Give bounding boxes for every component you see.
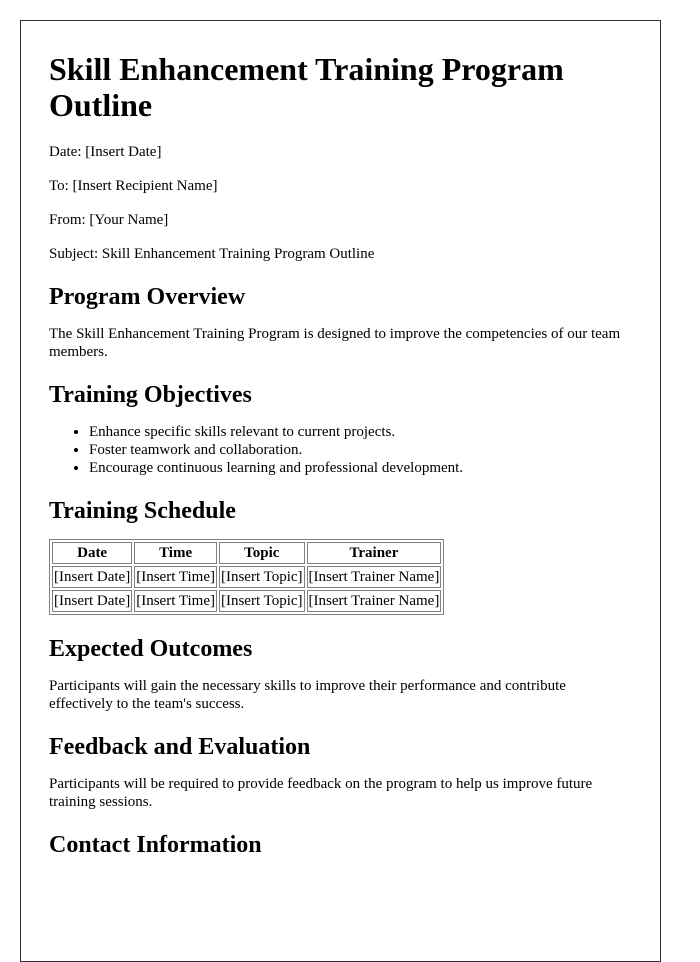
column-header-trainer: Trainer <box>306 542 442 564</box>
cell-time: [Insert Time] <box>134 590 217 612</box>
section-text: The Skill Enhancement Training Program i… <box>49 326 621 360</box>
column-header-time: Time <box>134 542 217 564</box>
section-contact-information: Contact Information <box>49 831 630 859</box>
column-header-date: Date <box>52 542 133 564</box>
cell-date: [Insert Date] <box>52 566 133 588</box>
section-expected-outcomes: Expected Outcomes Participants will gain… <box>49 635 630 713</box>
meta-from: From: [Your Name] <box>49 212 169 228</box>
table-row: [Insert Date] [Insert Time] [Insert Topi… <box>52 566 442 588</box>
section-heading: Feedback and Evaluation <box>49 734 311 760</box>
section-heading: Program Overview <box>49 284 246 310</box>
section-text: Participants will be required to provide… <box>49 776 593 810</box>
document-title: Skill Enhancement Training Program Outli… <box>49 51 564 123</box>
section-heading: Training Objectives <box>49 382 252 408</box>
meta-subject: Subject: Skill Enhancement Training Prog… <box>49 246 375 262</box>
table-header-row: Date Time Topic Trainer <box>52 542 442 564</box>
section-text: Participants will gain the necessary ski… <box>49 678 566 712</box>
section-training-objectives: Training Objectives Enhance specific ski… <box>49 381 630 477</box>
cell-topic: [Insert Topic] <box>218 566 305 588</box>
cell-topic: [Insert Topic] <box>218 590 305 612</box>
section-heading: Expected Outcomes <box>49 636 253 662</box>
cell-time: [Insert Time] <box>134 566 217 588</box>
cell-date: [Insert Date] <box>52 590 133 612</box>
column-header-topic: Topic <box>218 542 305 564</box>
meta-to: To: [Insert Recipient Name] <box>49 178 218 194</box>
cell-trainer: [Insert Trainer Name] <box>306 590 442 612</box>
list-item: Foster teamwork and collaboration. <box>89 441 630 459</box>
list-item: Encourage continuous learning and profes… <box>89 459 630 477</box>
section-program-overview: Program Overview The Skill Enhancement T… <box>49 283 630 361</box>
table-row: [Insert Date] [Insert Time] [Insert Topi… <box>52 590 442 612</box>
section-heading: Contact Information <box>49 832 262 858</box>
objectives-list: Enhance specific skills relevant to curr… <box>49 423 630 477</box>
document-page: Skill Enhancement Training Program Outli… <box>20 20 661 962</box>
section-feedback-evaluation: Feedback and Evaluation Participants wil… <box>49 733 630 811</box>
section-training-schedule: Training Schedule Date Time Topic Traine… <box>49 497 630 615</box>
schedule-table: Date Time Topic Trainer [Insert Date] [I… <box>49 539 445 615</box>
cell-trainer: [Insert Trainer Name] <box>306 566 442 588</box>
section-heading: Training Schedule <box>49 498 236 524</box>
meta-date: Date: [Insert Date] <box>49 144 162 160</box>
list-item: Enhance specific skills relevant to curr… <box>89 423 630 441</box>
